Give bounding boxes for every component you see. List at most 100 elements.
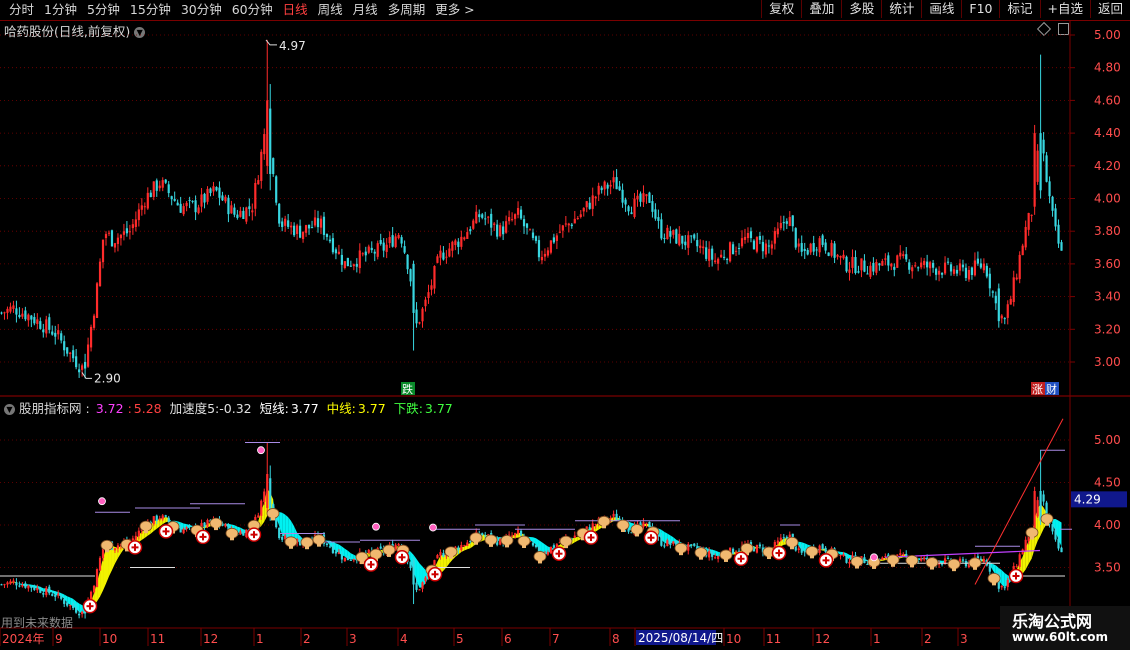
candle-body [146,192,149,209]
candle-body [161,180,164,188]
ind-candle-body [940,563,944,565]
candle-body [304,225,308,233]
ind-candle-body [436,555,439,559]
ind-candle-body [260,500,263,516]
candle-body [75,356,78,368]
ind-candle-body [92,585,96,593]
ind-candle-body [899,553,902,556]
hand-signal-icon [209,517,223,531]
charts-canvas[interactable]: 5.00 4.80 4.60 4.40 4.20 4.00 3.80 3.60 3.40 3.20… [0,0,1130,650]
candle-body [696,240,699,247]
ind-candle-body [239,531,242,535]
candle-body [642,193,645,203]
hand-finger [930,565,934,570]
candle-body [45,319,48,334]
candle-body [394,236,397,248]
ind-candle-body [57,593,60,596]
buy-signal-icon [643,530,659,545]
ind-candle-body [415,582,418,590]
candle-body [964,267,968,278]
hand-signal-icon [886,554,900,567]
hand-finger [505,543,509,548]
ind-candle-body [615,513,618,521]
candle-body [194,200,197,213]
ind-candle-body [36,587,39,591]
candle-body [994,295,997,304]
candle-body [281,221,284,227]
candle-body [236,214,239,218]
candle-body [164,179,167,183]
candle-body [179,203,182,213]
ind-candle-body [397,543,400,546]
price-tick-label: 4.00 [1094,192,1121,206]
candle-body [606,184,609,189]
ind-candle-body [779,537,782,541]
candle-body [63,341,66,351]
price-tick-label: 3.40 [1094,290,1121,304]
candle-body [591,195,594,209]
candle-body [588,202,591,209]
ind-candle-body [116,545,120,549]
ind-candle-body [33,586,36,590]
candle-body [125,228,129,234]
candle-body [522,219,526,227]
candle-body [361,253,364,255]
candle-body [564,223,567,225]
candle-body [687,235,690,248]
candle-body [949,264,953,272]
hand-finger [679,551,683,556]
hand-finger [449,554,453,559]
candle-body [376,243,379,257]
candle-body [570,224,573,227]
ind-candle-body [95,569,99,588]
buy-signal-icon [1008,568,1024,584]
price-tick-label: 4.20 [1094,159,1121,173]
candle-body [475,211,478,224]
ind-candle-body [224,524,227,527]
watermark-url: www.60lt.com [1012,630,1109,644]
buy-signal-icon [583,530,599,545]
candle-body [788,216,791,226]
candle-body [427,292,430,299]
candle-body [57,330,60,335]
ma-ribbon-segment [1001,570,1005,588]
chevron-down-icon[interactable]: ▼ [4,404,15,415]
candle-body [445,256,448,258]
candle-body [681,235,684,244]
candle-body [869,265,872,277]
candle-body [720,254,723,258]
ind-candle-body [731,548,735,554]
ind-candle-body [182,528,185,534]
indicator-v1: 3.72 [95,401,124,416]
ind-candle-body [98,557,102,571]
cursor-date-label: 2025/08/14/四 [638,631,723,645]
candle-body [917,267,920,269]
candle-body [513,214,517,219]
candle-body [976,258,980,264]
ind-candle-body [803,551,806,553]
candle-body [779,222,782,229]
indicator-title[interactable]: ▼ 股朋指标网: 3.72:5.28 加速度5:-0.32 短线: 3.77 中线:… [4,398,457,417]
ind-candle-body [1036,500,1039,517]
ind-candle-body [1021,549,1024,555]
candle-body [690,235,693,237]
ind-candle-body [278,527,281,539]
candle-body [367,246,370,253]
candle-body [893,266,896,270]
candle-body [72,350,75,359]
candle-body [600,187,603,191]
low-price-label: 2.90 [94,371,121,385]
buy-signal-icon [427,567,443,582]
watermark: 乐淘公式网 www.60lt.com [1000,606,1130,650]
buy-signal-icon [195,529,211,545]
candle-body [358,250,361,269]
candle-body [561,225,564,231]
candle-body [654,209,657,219]
candle-body [89,326,93,348]
candle-body [188,199,191,201]
candle-body [937,270,941,275]
ind-candle-body [424,577,427,581]
candle-body [896,255,899,268]
candle-body [397,234,400,239]
candle-body [466,232,469,239]
